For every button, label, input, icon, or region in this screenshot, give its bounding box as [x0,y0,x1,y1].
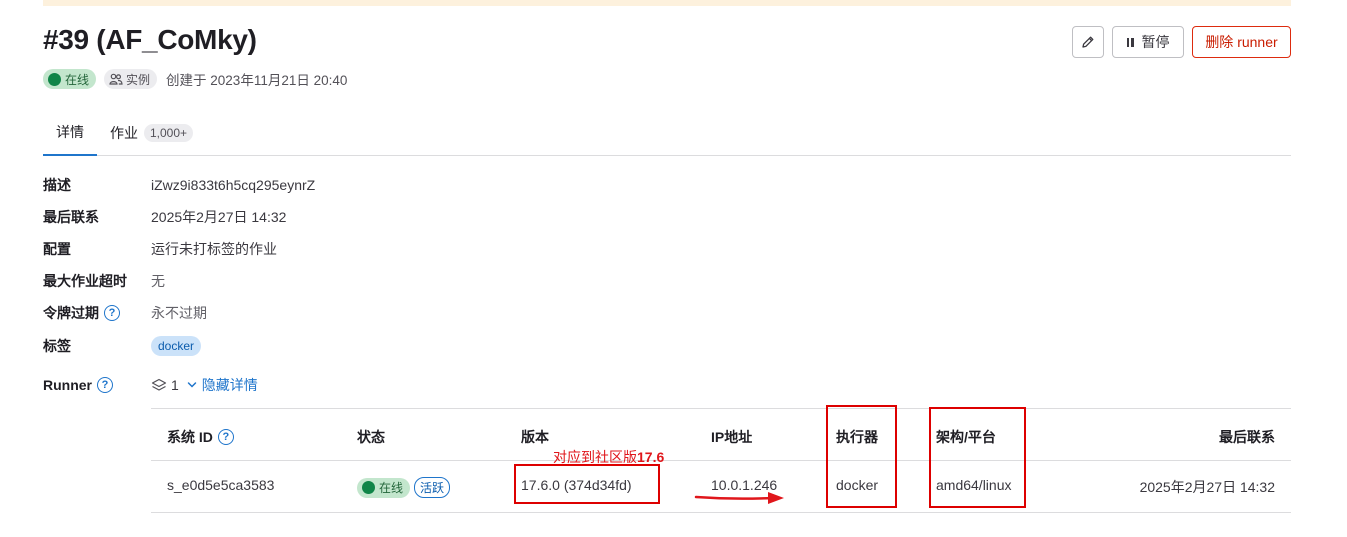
runner-label-wrap: Runner ? [43,377,113,393]
timeout-value: 无 [151,273,165,289]
pencil-icon [1082,36,1094,48]
tag-badge[interactable]: docker [151,336,202,356]
column-header-system-id: 系统 ID ? [167,427,234,447]
help-icon[interactable]: ? [217,429,234,445]
layers-icon [151,378,167,391]
tab-jobs[interactable]: 作业 1,000+ [110,110,194,156]
runner-count: 1 [151,377,179,393]
edit-button[interactable] [1072,26,1104,58]
runner-meta: 在线 实例 创建于 2023年11月21日 20:40 [43,68,347,90]
annotation-box-version [514,464,660,504]
annotation-text: 对应到社区版 [553,449,637,465]
runner-label: Runner [43,377,92,393]
created-date: 创建于 2023年11月21日 20:40 [166,73,348,88]
pause-label: 暂停 [1141,34,1170,50]
status-badge: 在线 [43,69,97,89]
cell-system-id: s_e0d5e5ca3583 [167,477,275,493]
token-expiry-label: 令牌过期 [43,305,99,321]
hide-details-label: 隐藏详情 [201,377,258,393]
annotation-box-executor [826,405,897,508]
active-badge: 活跃 [414,477,451,498]
tab-details[interactable]: 详情 [43,110,97,156]
table-header-divider [151,460,1291,461]
config-label: 配置 [43,241,71,257]
annotation-arrow-icon [694,492,784,504]
users-icon [109,73,123,85]
annotation-version: 17.6 [637,449,665,465]
instance-badge: 实例 [104,69,158,89]
page-title: #39 (AF_CoMky) [43,24,257,55]
status-badge: 在线 [357,477,411,498]
token-expiry-value: 永不过期 [151,305,207,321]
token-expiry-label-wrap: 令牌过期 ? [43,303,120,323]
status-label: 在线 [65,72,90,87]
description-label: 描述 [43,177,71,193]
last-contact-label: 最后联系 [43,209,99,225]
tags-label: 标签 [43,338,71,354]
status-label: 在线 [379,481,404,495]
help-icon[interactable]: ? [104,305,120,321]
cell-status: 在线 活跃 [357,477,451,498]
delete-runner-button[interactable]: 删除 runner [1192,26,1291,58]
column-header-label: 系统 ID [167,429,213,445]
column-header-last-contact: 最后联系 [1219,429,1275,445]
config-value: 运行未打标签的作业 [151,241,277,257]
cell-last-contact: 2025年2月27日 14:32 [1139,479,1275,495]
annotation-box-arch [929,407,1026,508]
last-contact-value: 2025年2月27日 14:32 [151,209,287,225]
runner-value: 1 隐藏详情 [151,375,258,395]
tab-details-label: 详情 [56,124,84,140]
description-value: iZwz9i833t6h5cq295eynrZ [151,177,316,193]
jobs-count-badge: 1,000+ [144,124,194,142]
instance-label: 实例 [126,72,151,87]
online-dot-icon [362,481,375,494]
tags-value: docker [151,336,202,356]
runner-count-value: 1 [171,377,179,393]
pause-button[interactable]: 暂停 [1112,26,1184,58]
timeout-label: 最大作业超时 [43,273,127,289]
column-header-status: 状态 [357,429,385,445]
tab-jobs-label: 作业 [110,125,138,141]
column-header-version: 版本 [521,429,549,445]
help-icon[interactable]: ? [97,377,113,393]
column-header-ip: IP地址 [711,429,753,445]
online-dot-icon [48,72,61,86]
chevron-down-icon [187,382,197,388]
tabs: 详情 作业 1,000+ [43,110,1291,156]
pause-icon [1126,37,1134,47]
hide-details-toggle[interactable]: 隐藏详情 [187,375,258,395]
top-banner [43,0,1291,6]
